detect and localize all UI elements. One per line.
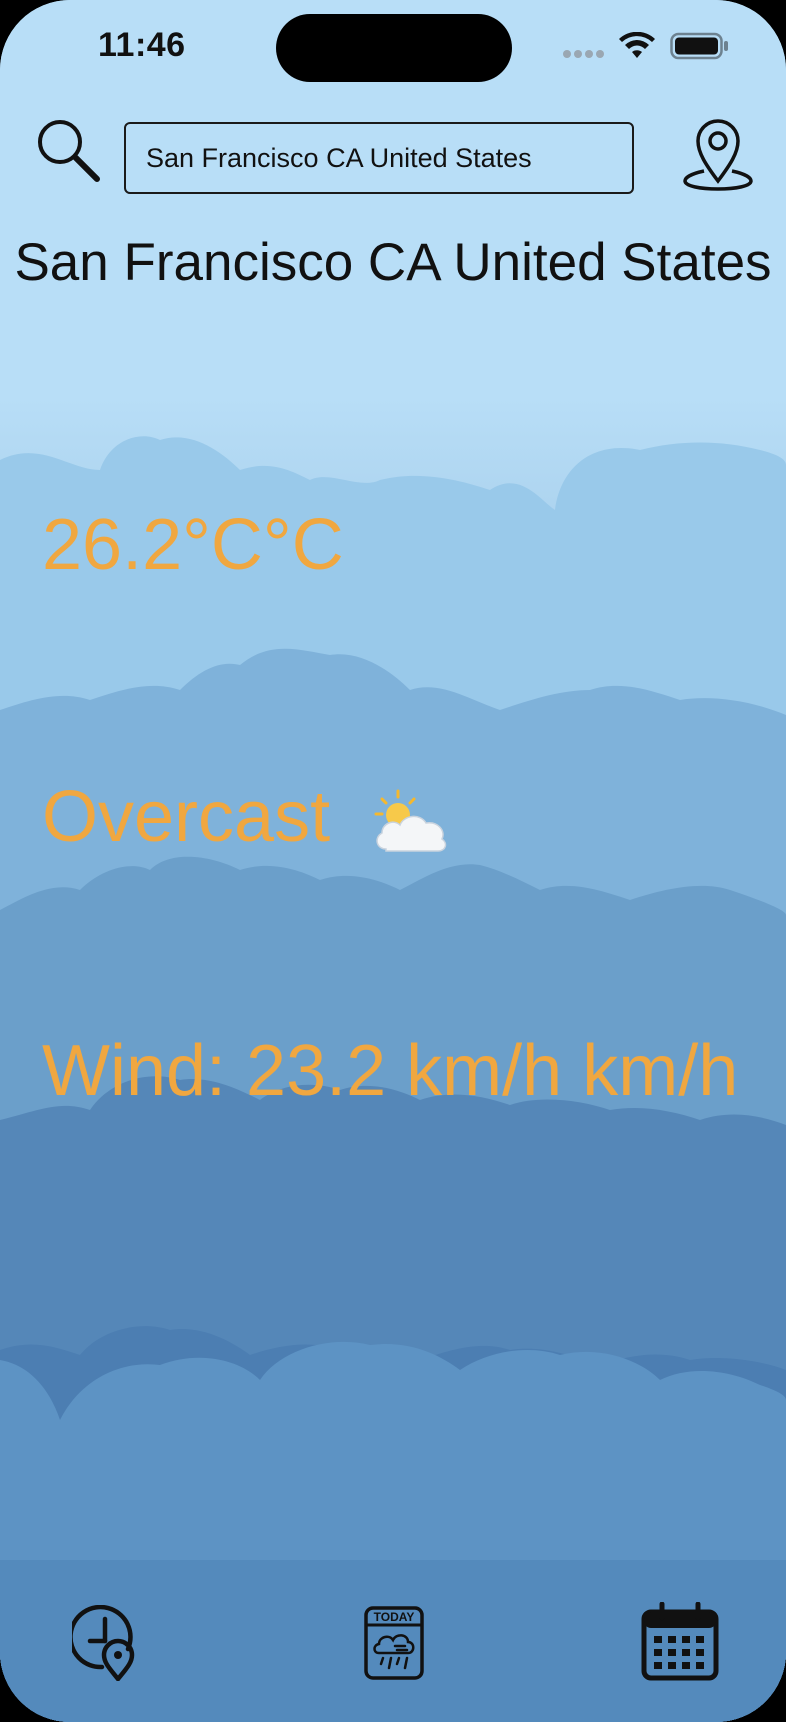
status-time: 11:46 bbox=[98, 26, 186, 64]
search-icon[interactable] bbox=[33, 115, 103, 185]
temperature-value: 26.2°C°C bbox=[42, 505, 344, 585]
calendar-icon bbox=[641, 1602, 719, 1681]
tab-calendar[interactable] bbox=[640, 1602, 720, 1682]
cellular-signal-icon bbox=[563, 50, 604, 58]
dynamic-island bbox=[276, 14, 512, 82]
tab-today[interactable]: TODAY bbox=[363, 1605, 425, 1681]
wifi-icon bbox=[619, 32, 655, 58]
sun-behind-cloud-icon bbox=[374, 789, 447, 852]
condition-row: Overcast bbox=[42, 776, 448, 858]
search-input[interactable] bbox=[124, 122, 634, 194]
battery-icon bbox=[670, 32, 728, 60]
today-weather-icon: TODAY bbox=[364, 1606, 424, 1680]
condition-text: Overcast bbox=[42, 777, 331, 857]
clock-location-icon bbox=[72, 1605, 135, 1681]
location-title: San Francisco CA United States bbox=[14, 233, 772, 292]
tab-location-history[interactable] bbox=[72, 1605, 142, 1681]
wind-value: Wind: 23.2 km/h km/h bbox=[42, 1031, 739, 1111]
status-bar: 11:46 bbox=[0, 0, 786, 95]
today-label: TODAY bbox=[374, 1610, 415, 1624]
current-location-icon[interactable] bbox=[682, 115, 754, 191]
app-screen: 11:46 San Francisco CA United States 26.… bbox=[0, 0, 786, 1722]
